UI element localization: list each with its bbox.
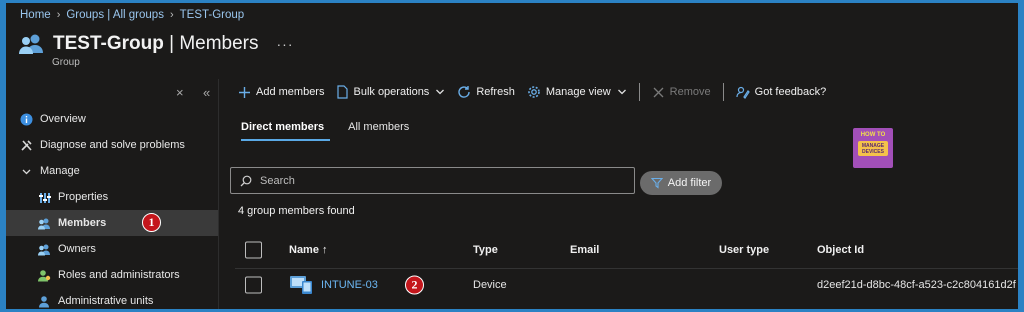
page-subtitle: Group xyxy=(52,57,80,68)
more-icon[interactable]: ··· xyxy=(277,36,294,52)
table-row[interactable]: INTUNE-03 2 Device d2eef21d-d8bc-48cf-a5… xyxy=(235,268,1018,300)
sidebar-item-label: Administrative units xyxy=(58,295,154,307)
table-header: Name ↑ Type Email User type Object Id xyxy=(235,238,1018,262)
sidebar-item-overview[interactable]: Overview xyxy=(6,106,218,132)
column-user-type[interactable]: User type xyxy=(719,244,769,256)
breadcrumb-groups[interactable]: Groups | All groups xyxy=(66,9,164,21)
command-bar: Add members Bulk operations Refresh Mana… xyxy=(238,82,838,102)
sidebar-item-roles[interactable]: Roles and administrators xyxy=(6,262,218,288)
chevron-down-icon xyxy=(18,163,34,179)
chevron-down-icon xyxy=(436,89,445,95)
gear-icon xyxy=(528,86,540,98)
refresh-button[interactable]: Refresh xyxy=(457,85,515,99)
document-icon xyxy=(337,85,349,99)
member-object-id: d2eef21d-d8bc-48cf-a523-c2c804161d2f xyxy=(817,278,1016,291)
info-icon xyxy=(18,111,34,127)
sidebar-item-label: Roles and administrators xyxy=(58,269,180,281)
search-box xyxy=(230,167,635,194)
feedback-button[interactable]: Got feedback? xyxy=(736,85,826,99)
device-icon xyxy=(290,275,312,294)
breadcrumb-home[interactable]: Home xyxy=(20,9,51,21)
members-count: 4 group members found xyxy=(238,205,355,217)
member-name-link[interactable]: INTUNE-03 xyxy=(321,279,378,291)
toolbar-divider xyxy=(638,83,640,101)
owners-icon xyxy=(36,241,52,257)
plus-icon xyxy=(239,86,250,98)
admin-units-icon xyxy=(36,293,52,309)
column-email[interactable]: Email xyxy=(570,244,599,256)
filter-icon xyxy=(650,177,663,189)
add-members-button[interactable]: Add members xyxy=(238,86,324,99)
column-name[interactable]: Name ↑ xyxy=(289,244,328,256)
column-type[interactable]: Type xyxy=(473,244,498,256)
sidebar: Overview Diagnose and solve problems Man… xyxy=(6,106,218,309)
close-icon xyxy=(653,87,664,97)
remove-button[interactable]: Remove xyxy=(652,86,711,99)
sidebar-divider xyxy=(218,79,219,309)
sidebar-item-members[interactable]: Members 1 xyxy=(6,210,218,236)
collapse-icon[interactable]: « xyxy=(203,85,210,100)
add-filter-button[interactable]: Add filter xyxy=(640,171,722,195)
group-icon xyxy=(19,34,43,54)
members-icon xyxy=(36,215,52,231)
sidebar-item-label: Overview xyxy=(40,113,86,125)
chevron-down-icon xyxy=(617,89,626,95)
chevron-right-icon: › xyxy=(169,9,174,21)
toolbar-divider xyxy=(722,83,724,101)
sidebar-item-label: Properties xyxy=(58,191,109,203)
breadcrumb-test-group[interactable]: TEST-Group xyxy=(180,9,245,21)
column-object-id[interactable]: Object Id xyxy=(817,244,864,256)
sidebar-item-diagnose[interactable]: Diagnose and solve problems xyxy=(6,132,218,158)
search-input[interactable] xyxy=(260,174,620,187)
manage-view-button[interactable]: Manage view xyxy=(527,85,627,99)
close-icon[interactable]: × xyxy=(176,85,184,100)
member-tabs: Direct members All members xyxy=(235,121,427,141)
sidebar-item-label: Diagnose and solve problems xyxy=(40,139,185,151)
tab-direct-members[interactable]: Direct members xyxy=(235,121,331,141)
portal-frame: Home › Groups | All groups › TEST-Group … xyxy=(6,3,1018,309)
annotation-badge-2: 2 xyxy=(405,275,424,294)
page-title: TEST-Group | Members xyxy=(53,33,259,54)
properties-icon xyxy=(36,189,52,205)
member-type: Device xyxy=(473,278,507,291)
sidebar-item-owners[interactable]: Owners xyxy=(6,236,218,262)
sidebar-item-label: Owners xyxy=(58,243,96,255)
sidebar-item-label: Members xyxy=(58,217,107,229)
breadcrumb: Home › Groups | All groups › TEST-Group xyxy=(20,9,244,21)
feedback-icon xyxy=(736,86,750,99)
roles-icon xyxy=(36,267,52,283)
sidebar-item-properties[interactable]: Properties xyxy=(6,184,218,210)
refresh-icon xyxy=(458,86,471,98)
sidebar-item-manage[interactable]: Manage xyxy=(6,158,218,184)
row-checkbox[interactable] xyxy=(245,276,262,293)
bulk-operations-button[interactable]: Bulk operations xyxy=(336,85,445,99)
how-to-manage-devices-logo: HOW TO MANAGE DEVICES xyxy=(853,128,893,168)
tab-all-members[interactable]: All members xyxy=(342,121,415,141)
sidebar-item-label: Manage xyxy=(40,165,80,177)
select-all-checkbox[interactable] xyxy=(245,241,262,259)
wrench-icon xyxy=(18,137,34,153)
chevron-right-icon: › xyxy=(56,9,61,21)
annotation-badge-1: 1 xyxy=(142,213,161,232)
page-header: TEST-Group | Members ··· xyxy=(18,31,294,57)
search-icon xyxy=(240,175,252,186)
sidebar-item-admin-units[interactable]: Administrative units xyxy=(6,288,218,309)
